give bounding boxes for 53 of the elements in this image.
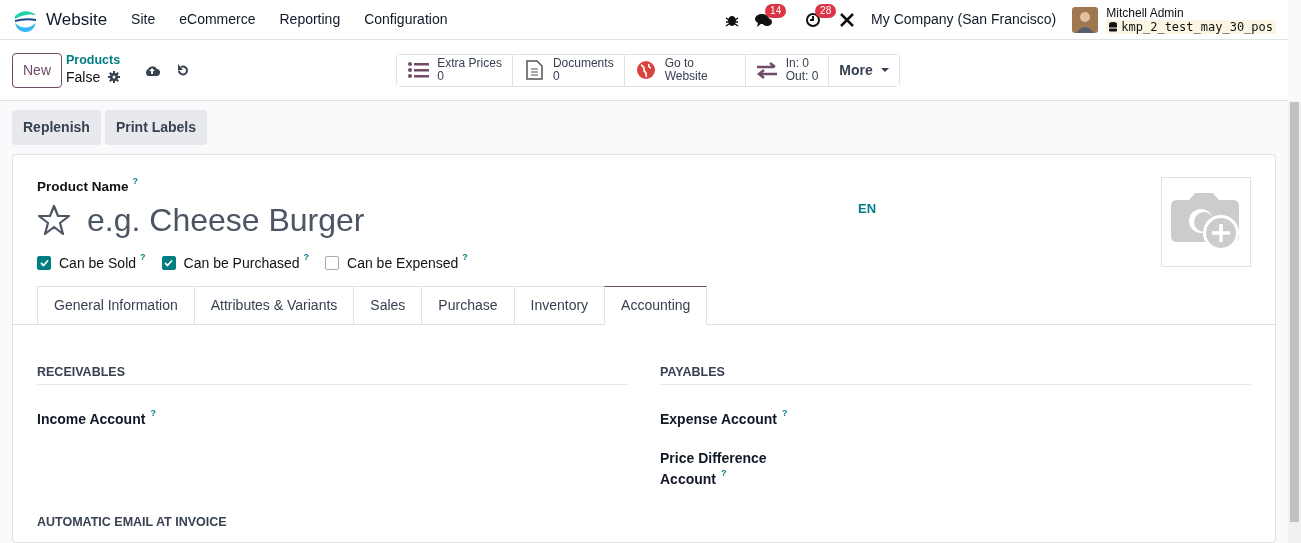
user-name[interactable]: Mitchell Admin <box>1106 5 1276 20</box>
globe-icon <box>634 60 657 80</box>
star-icon[interactable] <box>37 204 71 236</box>
field-label: Expense Account ? <box>660 408 788 429</box>
chat-icon[interactable] <box>755 12 774 29</box>
gear-icon[interactable] <box>108 71 121 83</box>
app-name[interactable]: Website <box>46 6 108 33</box>
checkbox[interactable] <box>325 256 340 271</box>
help-icon[interactable]: ? <box>303 252 310 262</box>
help-icon[interactable]: ? <box>132 177 139 198</box>
tab[interactable]: General Information <box>37 285 195 324</box>
help-icon[interactable]: ? <box>150 408 156 418</box>
cloud-upload-icon[interactable] <box>144 64 161 76</box>
record-name: False <box>66 67 101 87</box>
section-heading: AUTOMATIC EMAIL AT INVOICE <box>37 514 227 531</box>
replenish-button[interactable]: Replenish <box>12 110 101 145</box>
company-switcher[interactable]: My Company (San Francisco) <box>871 9 1057 30</box>
counter-badge: 14 <box>765 3 787 18</box>
help-icon[interactable]: ? <box>781 408 788 418</box>
language-button[interactable]: EN <box>858 199 877 219</box>
help-icon[interactable]: ? <box>462 252 468 262</box>
menu-item[interactable]: Site <box>131 9 156 30</box>
smart-button[interactable]: Extra Prices 0 <box>397 54 513 86</box>
database-label: kmp_2_test_may_30_pos <box>1121 19 1273 34</box>
caret-icon <box>880 67 889 73</box>
help-icon[interactable]: ? <box>721 468 727 478</box>
tab[interactable]: Accounting <box>604 285 708 325</box>
field-label: Product Name <box>37 178 129 196</box>
breadcrumb-link[interactable]: Products <box>66 52 121 67</box>
checkbox-label[interactable]: Can be Expensed <box>347 252 459 274</box>
help-icon[interactable]: ? <box>140 252 146 262</box>
check-icon <box>164 259 174 268</box>
database-icon <box>1109 21 1118 32</box>
counter-badge: 28 <box>815 3 837 18</box>
menu-item[interactable]: Reporting <box>279 9 341 30</box>
checkbox[interactable] <box>161 256 176 271</box>
field-label: Income Account ? <box>37 408 156 429</box>
arrows-icon <box>755 60 778 80</box>
menu-item[interactable]: Configuration <box>364 9 448 30</box>
new-button[interactable]: New <box>12 52 62 88</box>
list-icon <box>407 60 430 80</box>
checkbox[interactable] <box>37 256 51 271</box>
avatar[interactable] <box>1072 6 1099 33</box>
print-labels-button[interactable]: Print Labels <box>104 110 208 145</box>
scrollbar[interactable] <box>1288 101 1301 543</box>
section-heading: RECEIVABLES <box>37 362 628 385</box>
undo-icon[interactable] <box>176 63 190 77</box>
menu-item[interactable]: eCommerce <box>179 9 256 30</box>
field-label: Price Difference Account ? <box>660 448 768 489</box>
checkbox-label[interactable]: Can be Purchased <box>183 252 300 274</box>
checkbox-label[interactable]: Can be Sold <box>59 252 137 274</box>
section-heading: PAYABLES <box>660 362 1251 385</box>
check-icon <box>39 259 49 268</box>
